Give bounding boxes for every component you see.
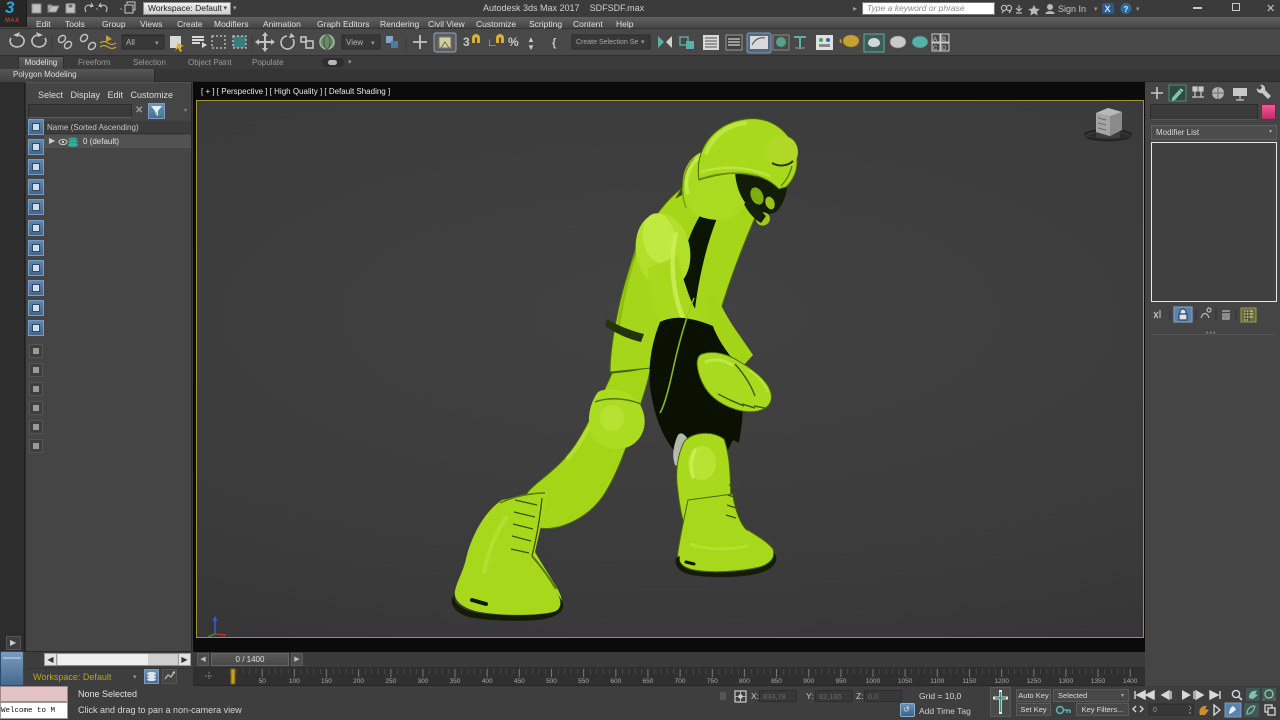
svg-text:X: X [1105,4,1111,14]
svg-text:850: 850 [771,678,782,685]
svg-text:1050: 1050 [898,678,913,685]
svg-text:▾: ▾ [1136,6,1140,13]
svg-text:D: D [942,46,947,52]
svg-text:600: 600 [610,678,621,685]
svg-text:100: 100 [289,678,300,685]
svg-text:50: 50 [259,678,267,685]
svg-text:1100: 1100 [930,678,944,685]
svg-text:300: 300 [417,678,428,685]
svg-text:▾: ▾ [371,40,375,47]
svg-text:550: 550 [578,678,589,685]
svg-text:1300: 1300 [1059,678,1074,685]
svg-text:150: 150 [321,678,332,685]
svg-text:1200: 1200 [994,678,1009,685]
svg-text:900: 900 [803,678,814,685]
svg-text:500: 500 [546,678,557,685]
svg-text:▼: ▼ [527,43,535,52]
svg-text:950: 950 [835,678,846,685]
svg-text:{: { [552,37,557,49]
svg-text:750: 750 [707,678,718,685]
svg-text:400: 400 [482,678,493,685]
svg-text:All: All [126,38,135,47]
svg-text:700: 700 [675,678,686,685]
svg-text:View: View [346,38,363,47]
svg-text:200: 200 [353,678,364,685]
svg-text:3: 3 [463,35,470,49]
svg-text:?: ? [1124,5,1129,14]
svg-text:350: 350 [450,678,461,685]
svg-text:▾: ▾ [1094,6,1098,13]
svg-text:1000: 1000 [866,678,881,685]
svg-text:▾: ▾ [641,39,645,46]
svg-text:800: 800 [739,678,750,685]
svg-text:%: % [508,35,519,49]
svg-text:C: C [933,46,938,52]
svg-text:1250: 1250 [1027,678,1042,685]
svg-text:450: 450 [514,678,525,685]
svg-text:1150: 1150 [962,678,976,685]
svg-text:250: 250 [385,678,396,685]
svg-text:Create Selection Se: Create Selection Se [576,39,638,46]
svg-text:▾: ▾ [155,40,159,47]
svg-text:B: B [942,37,946,43]
svg-text:650: 650 [642,678,653,685]
svg-text:0: 0 [1153,707,1157,714]
svg-text:1350: 1350 [1091,678,1106,685]
svg-text:1400: 1400 [1123,678,1138,685]
svg-text:Sign In: Sign In [1058,4,1086,14]
svg-text:A: A [933,37,937,43]
